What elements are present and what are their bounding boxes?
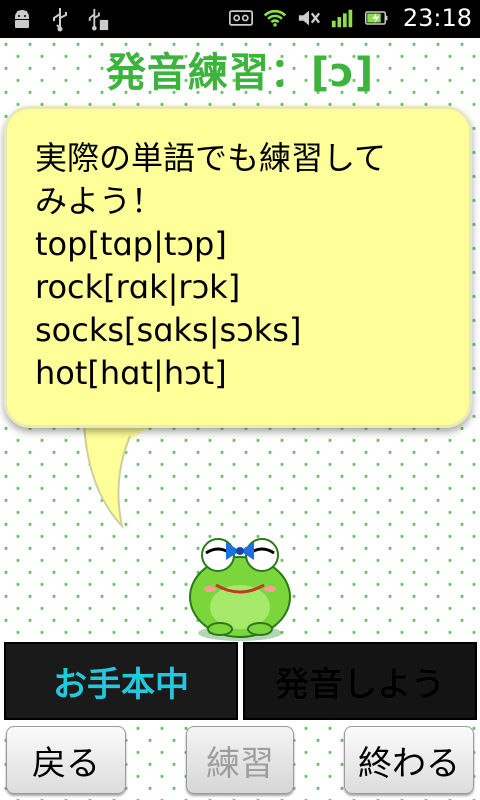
bubble-text: 実際の単語でも練習して みよう！ top[tɑp|tɔp] rock[rɑk|r… — [35, 139, 387, 392]
status-bar: 23:18 — [0, 0, 480, 38]
page-title: 発音練習：[ɔ] — [105, 50, 375, 96]
end-button[interactable]: 終わる — [344, 726, 474, 794]
android-debug-icon — [10, 6, 34, 32]
usb-storage-icon — [86, 6, 110, 32]
usb-icon — [48, 6, 72, 32]
clock: 23:18 — [402, 4, 472, 32]
voicemail-icon — [228, 5, 253, 31]
battery-charging-icon — [364, 5, 389, 31]
mute-icon — [297, 5, 321, 31]
pronounce-button-label: 発音しよう — [275, 664, 445, 705]
notification-icons — [10, 6, 110, 32]
speech-bubble-tail — [82, 420, 160, 530]
back-button[interactable]: 戻る — [6, 726, 126, 794]
pronounce-button[interactable]: 発音しよう — [243, 642, 477, 720]
speech-bubble: 実際の単語でも練習して みよう！ top[tɑp|tɔp] rock[rɑk|r… — [4, 106, 472, 428]
model-playing-button[interactable]: お手本中 — [4, 642, 238, 720]
frog-mascot — [189, 538, 291, 641]
practice-button[interactable]: 練習 — [186, 726, 294, 794]
signal-icon — [331, 5, 355, 31]
wifi-icon — [263, 5, 287, 31]
system-icons: 23:18 — [228, 4, 472, 32]
